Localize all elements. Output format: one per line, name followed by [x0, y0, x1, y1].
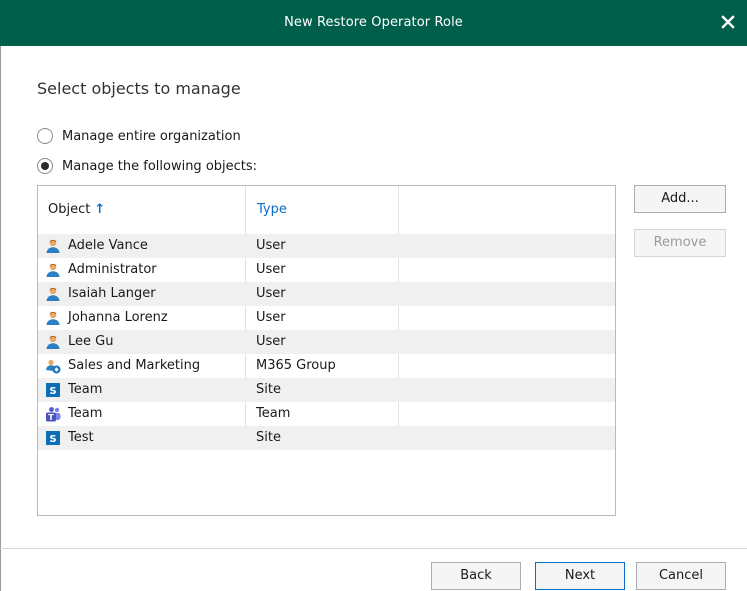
column-header-type[interactable]: Type — [257, 202, 287, 217]
object-name: Sales and Marketing — [68, 358, 201, 373]
column-header-object[interactable]: Object ↑ — [48, 202, 105, 217]
table-row[interactable]: Sales and Marketing M365 Group — [38, 354, 615, 378]
object-type: M365 Group — [256, 358, 336, 373]
object-name: Lee Gu — [68, 334, 114, 349]
radio-entire-organization[interactable]: Manage entire organization — [37, 127, 241, 145]
table-row[interactable]: S Test Site — [38, 426, 615, 450]
user-icon — [45, 238, 61, 254]
footer-divider — [0, 548, 747, 549]
close-icon[interactable] — [716, 10, 740, 34]
table-row[interactable]: Administrator User — [38, 258, 615, 282]
page-title: Select objects to manage — [37, 79, 241, 98]
object-type: Site — [256, 430, 281, 445]
objects-grid[interactable]: Object ↑ Type Adele Vance User Administra… — [37, 185, 616, 516]
radio-button[interactable] — [37, 128, 53, 144]
radio-label: Manage entire organization — [62, 128, 241, 144]
column-header-label: Object — [48, 202, 91, 217]
svg-text:T: T — [48, 413, 54, 422]
table-row[interactable]: Adele Vance User — [38, 234, 615, 258]
teams-icon: T — [45, 406, 61, 422]
object-type: User — [256, 286, 286, 301]
radio-button[interactable] — [37, 158, 53, 174]
object-name: Team — [68, 382, 103, 397]
window-title: New Restore Operator Role — [284, 15, 463, 30]
object-name: Johanna Lorenz — [68, 310, 168, 325]
object-name: Adele Vance — [68, 238, 148, 253]
table-row[interactable]: Isaiah Langer User — [38, 282, 615, 306]
remove-button[interactable]: Remove — [634, 229, 726, 257]
table-row[interactable]: S Team Site — [38, 378, 615, 402]
object-name: Isaiah Langer — [68, 286, 156, 301]
user-icon — [45, 310, 61, 326]
sharepoint-site-icon: S — [45, 430, 61, 446]
object-type: User — [256, 262, 286, 277]
object-type: User — [256, 310, 286, 325]
window-border — [0, 46, 1, 591]
table-row[interactable]: Lee Gu User — [38, 330, 615, 354]
svg-text:S: S — [49, 386, 56, 397]
user-icon — [45, 286, 61, 302]
title-bar: New Restore Operator Role — [0, 0, 747, 46]
object-name: Test — [68, 430, 94, 445]
cancel-button[interactable]: Cancel — [636, 562, 726, 590]
m365-group-icon — [45, 358, 61, 374]
user-icon — [45, 334, 61, 350]
radio-following-objects[interactable]: Manage the following objects: — [37, 157, 257, 175]
object-name: Administrator — [68, 262, 157, 277]
object-type: Site — [256, 382, 281, 397]
user-icon — [45, 262, 61, 278]
add-button[interactable]: Add... — [634, 185, 726, 213]
object-type: Team — [256, 406, 291, 421]
radio-label: Manage the following objects: — [62, 158, 258, 174]
object-name: Team — [68, 406, 103, 421]
table-row[interactable]: T Team Team — [38, 402, 615, 426]
sort-ascending-icon: ↑ — [94, 202, 106, 217]
object-type: User — [256, 238, 286, 253]
next-button[interactable]: Next — [535, 562, 625, 590]
table-row[interactable]: Johanna Lorenz User — [38, 306, 615, 330]
object-type: User — [256, 334, 286, 349]
back-button[interactable]: Back — [431, 562, 521, 590]
svg-text:S: S — [49, 434, 56, 445]
sharepoint-site-icon: S — [45, 382, 61, 398]
